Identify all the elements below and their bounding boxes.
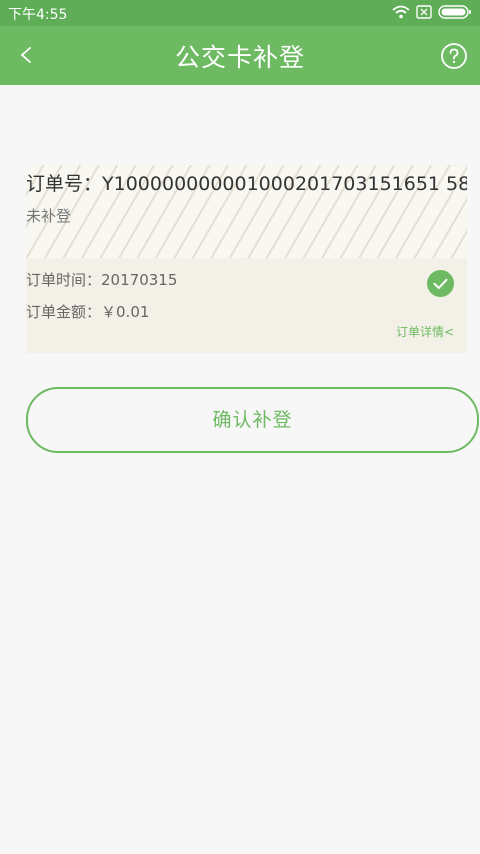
order-card: 订单号：Y100000000001000201703151651 58 未补登 … [26, 165, 467, 353]
order-amount-row: 订单金额：￥0.01 [26, 301, 149, 322]
order-time-value: 20170315 [101, 271, 178, 289]
order-amount-value: ￥0.01 [101, 303, 150, 321]
order-detail-link[interactable]: 订单详情< [396, 323, 454, 340]
page-title: 公交卡补登 [174, 43, 305, 72]
status-bar: 下午4:55 [0, 0, 480, 26]
sim-blocked-icon [416, 5, 432, 23]
nav-bar: 公交卡补登 [0, 26, 480, 85]
order-amount-label: 订单金额： [26, 303, 102, 321]
help-circle-icon[interactable] [440, 42, 468, 70]
order-status: 未补登 [26, 207, 72, 225]
order-time-label: 订单时间： [26, 271, 102, 289]
confirm-button[interactable]: 确认补登 [26, 387, 479, 453]
order-time-row: 订单时间：20170315 [26, 269, 177, 290]
status-icons [392, 5, 472, 23]
order-number: 订单号：Y100000000001000201703151651 58 [26, 169, 467, 196]
check-circle-icon [427, 270, 454, 297]
battery-icon [438, 5, 472, 23]
order-card-header: 订单号：Y100000000001000201703151651 58 未补登 [26, 165, 467, 258]
order-number-value: Y100000000001000201703151651 58 [102, 173, 467, 195]
order-number-label: 订单号： [26, 173, 103, 195]
wifi-icon [392, 5, 410, 23]
status-time: 下午4:55 [8, 7, 68, 23]
